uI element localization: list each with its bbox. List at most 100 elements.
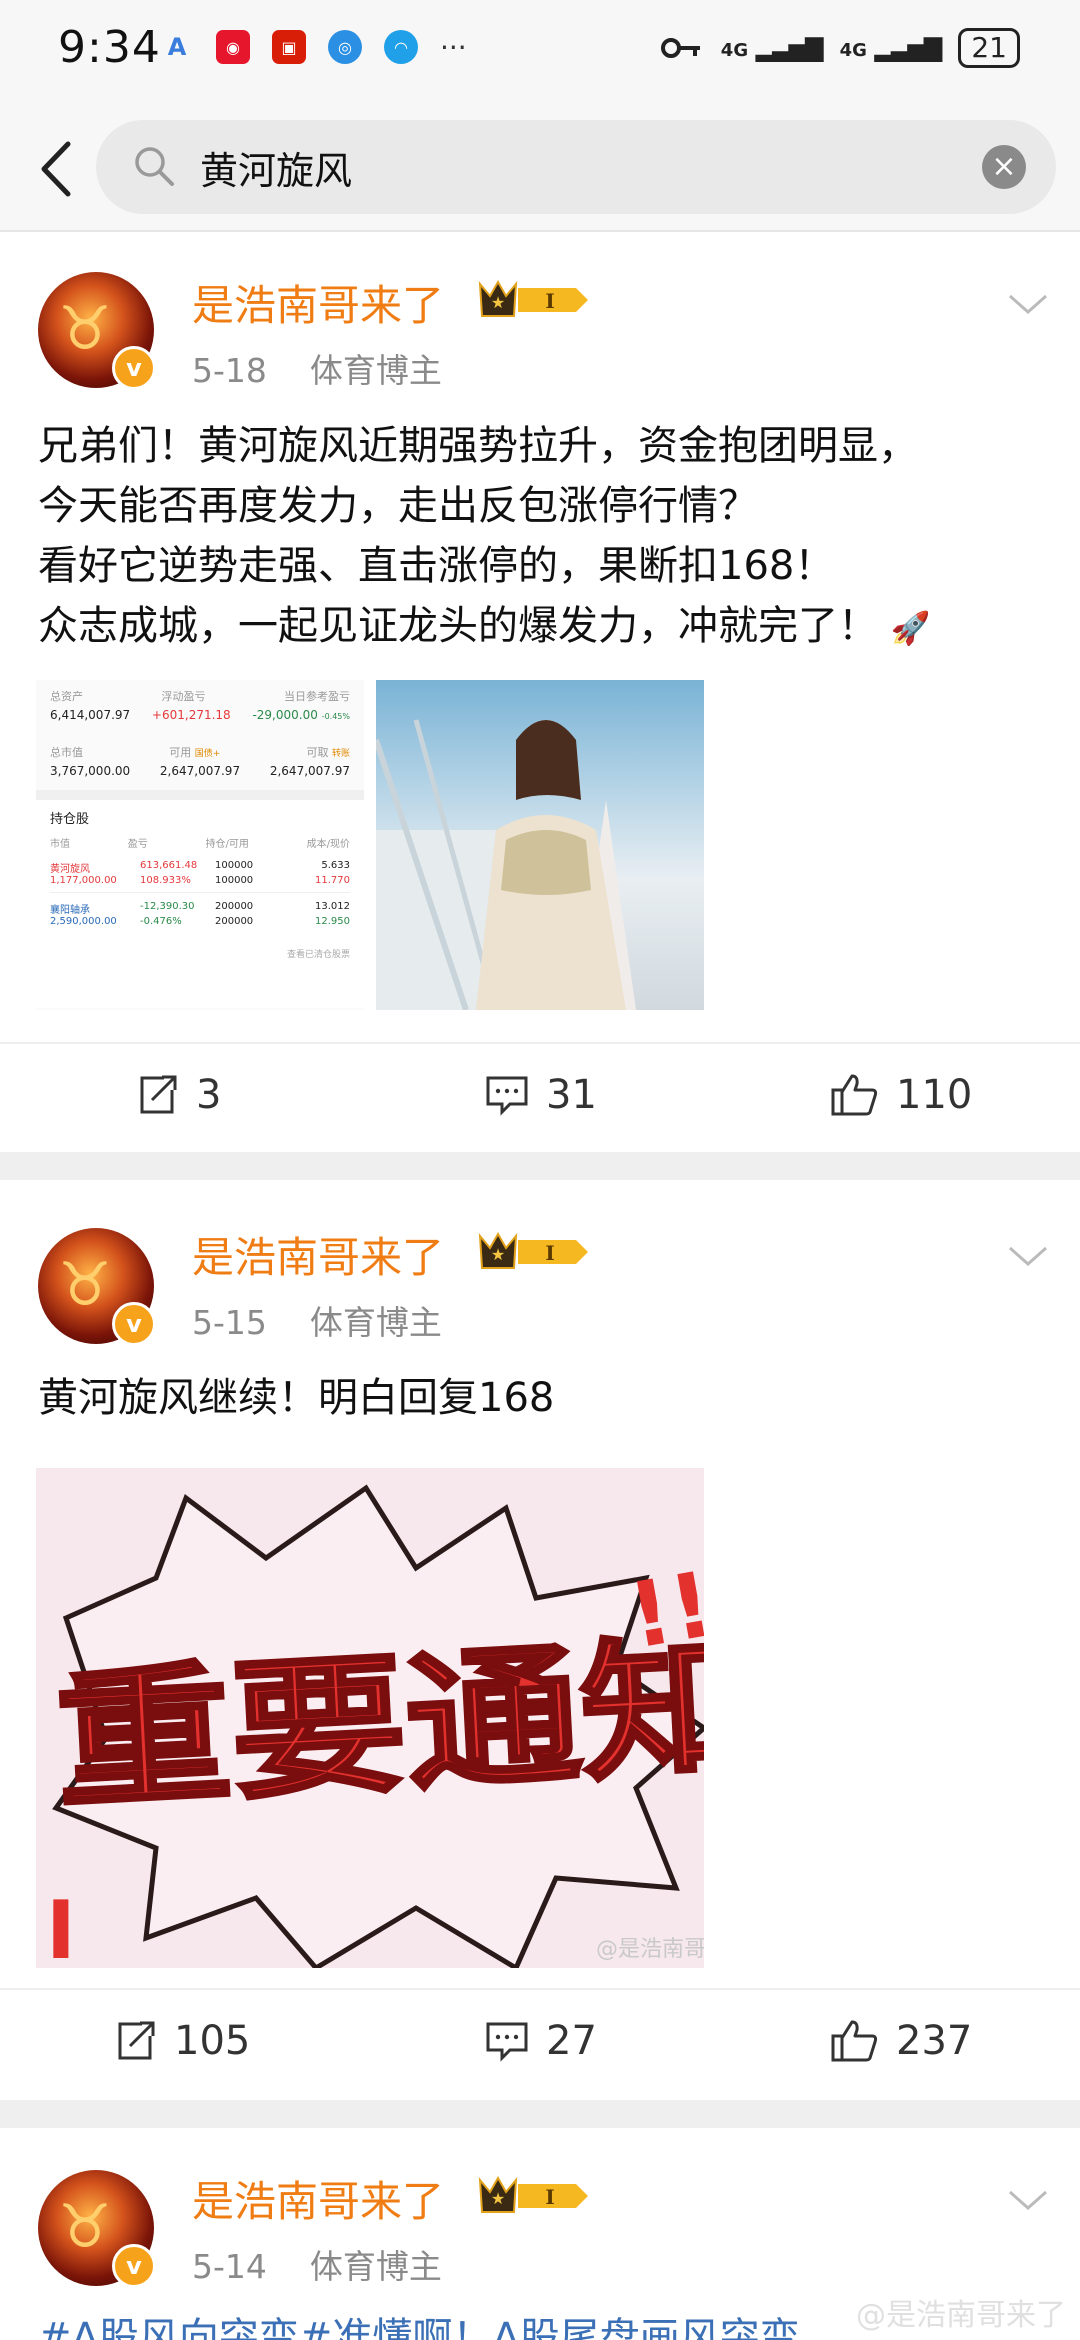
app-a-icon: A: [167, 33, 187, 61]
poster-title: 重要通知: [52, 1620, 704, 1830]
comment-button[interactable]: 27: [484, 2018, 597, 2064]
post-text-line: 兄弟们！黄河旋风近期强势拉升，资金抱团明显，: [38, 423, 918, 469]
holdings-header: 市值: [50, 839, 70, 850]
comment-icon: [486, 2022, 528, 2062]
post-card[interactable]: ♉ v 是浩南哥来了 ★ I 5-18 体育博主 兄弟们！黄河旋风近期强势拉升，…: [0, 232, 1080, 1152]
verified-badge-icon: v: [112, 1302, 156, 1346]
post-text-line: 黄河旋风继续！明白回复168: [38, 1375, 555, 1421]
thumbs-up-icon: [831, 1074, 878, 1116]
search-box[interactable]: 黄河旋风 ×: [96, 120, 1056, 214]
post-date: 5-18: [192, 351, 267, 390]
avatar[interactable]: ♉ v: [38, 272, 156, 390]
post-image-portfolio[interactable]: 总资产 浮动盈亏 当日参考盈亏 6,414,007.97 +601,271.18…: [36, 680, 364, 1010]
avatar[interactable]: ♉ v: [38, 2170, 156, 2288]
status-right: 4G ▂▃▅▇ 4G ▂▃▅▇ 21: [660, 28, 1020, 68]
comment-count: 31: [546, 1072, 597, 1118]
repost-count: 105: [174, 2018, 251, 2064]
post-card[interactable]: ♉ v 是浩南哥来了 ★ I 5-15 体育博主 黄河旋风继续！明白回复168 …: [0, 1180, 1080, 2100]
label-daily-pl: 当日参考盈亏: [284, 690, 350, 703]
finance-app-icon: ▣: [272, 30, 306, 64]
post-meta: 5-18 体育博主: [192, 344, 442, 392]
like-count: 110: [896, 1072, 973, 1118]
chevron-down-icon[interactable]: [1006, 2186, 1050, 2214]
post-image-photo[interactable]: [376, 680, 704, 1010]
level-badge-text: I: [545, 289, 554, 313]
label-floating-pl: 浮动盈亏: [161, 690, 206, 703]
rocket-emoji-icon: 🚀: [890, 609, 931, 647]
thumbs-up-icon: [831, 2020, 878, 2062]
post-date: 5-15: [192, 1303, 267, 1342]
like-count: 237: [896, 2018, 973, 2064]
username[interactable]: 是浩南哥来了: [192, 272, 444, 333]
comment-icon: [486, 1076, 528, 1116]
like-button[interactable]: 110: [830, 1072, 972, 1118]
svg-text:★: ★: [491, 1245, 505, 1264]
key-icon: [660, 38, 700, 58]
search-icon: [135, 147, 174, 186]
repost-icon: [140, 1075, 177, 1114]
cloud-icon: ◠: [384, 30, 418, 64]
clear-search-button[interactable]: ×: [982, 145, 1026, 189]
battery-indicator: 21: [958, 28, 1020, 68]
value-floating-pl: +601,271.18: [151, 708, 231, 722]
username[interactable]: 是浩南哥来了: [192, 1224, 444, 1285]
post-meta: 5-15 体育博主: [192, 1296, 442, 1344]
holding-row[interactable]: 襄阳轴承 -12,390.30 200000 13.012 2,590,000.…: [50, 901, 350, 933]
user-category: 体育博主: [309, 2247, 442, 2286]
value-available: 2,647,007.97: [159, 764, 241, 778]
label-total-assets: 总资产: [50, 690, 83, 703]
post-text: 黄河旋风继续！明白回复168: [38, 1368, 1038, 1428]
status-time: 9:34: [58, 22, 161, 73]
label-market-value: 总市值: [50, 746, 83, 759]
avatar[interactable]: ♉ v: [38, 1228, 156, 1346]
holdings-header: 成本/现价: [306, 839, 350, 850]
post-meta: 5-14 体育博主: [192, 2240, 442, 2288]
search-input[interactable]: 黄河旋风: [200, 140, 352, 195]
status-bar: 9:34 A ◉ ▣ ◎ ◠ ··· 4G ▂▃▅▇ 4G ▂▃▅▇ 21: [0, 0, 1080, 110]
close-icon: ×: [991, 149, 1017, 184]
level-crown-badge-icon: ★ I: [478, 2175, 588, 2213]
level-crown-badge-icon: ★ I: [478, 279, 588, 317]
svg-text:★: ★: [491, 293, 505, 312]
bull-icon: ♉: [58, 2192, 112, 2262]
label-available: 可用: [169, 746, 192, 759]
value-total-assets: 6,414,007.97: [50, 708, 131, 722]
repost-button[interactable]: 3: [134, 1072, 221, 1118]
chevron-down-icon[interactable]: [1006, 1242, 1050, 1270]
network-4g-2: 4G ▂▃▅▇: [839, 34, 943, 62]
post-text-line: 看好它逆势走强、直击涨停的，果断扣168！: [38, 543, 835, 589]
post-divider: [0, 2100, 1080, 2128]
tag-available: 国债+: [194, 749, 221, 759]
bull-icon: ♉: [58, 1250, 112, 1320]
comment-count: 27: [546, 2018, 597, 2064]
post-divider: [0, 1152, 1080, 1180]
post-text: 兄弟们！黄河旋风近期强势拉升，资金抱团明显， 今天能否再度发力，走出反包涨停行情…: [38, 416, 1038, 658]
user-category: 体育博主: [309, 351, 442, 390]
cleared-stocks-link: 查看已清仓股票: [286, 950, 350, 960]
browser-icon: ◎: [328, 30, 362, 64]
username[interactable]: 是浩南哥来了: [192, 2168, 444, 2229]
post-date: 5-14: [192, 2247, 267, 2286]
post-actions: 3 31 110: [0, 1042, 1080, 1154]
value-daily-pl: -29,000.00: [252, 708, 318, 722]
post-image-notice-poster[interactable]: !!! 重要通知 I @是浩南哥: [36, 1468, 704, 1968]
level-badge-text: I: [545, 1241, 554, 1265]
holding-row[interactable]: 黄河旋风 613,661.48 100000 5.633 1,177,000.0…: [50, 860, 350, 893]
level-badge-text: I: [545, 2185, 554, 2209]
search-header: 黄河旋风 ×: [0, 110, 1080, 232]
like-button[interactable]: 237: [830, 2018, 972, 2064]
post-text-line: 今天能否再度发力，走出反包涨停行情？: [38, 483, 758, 529]
tag-withdraw: 转账: [331, 749, 350, 759]
post-text-line: 众志成城，一起见证龙头的爆发力，冲就完了！ 🚀: [38, 603, 931, 649]
poster-watermark: @是浩南哥: [596, 1937, 704, 1962]
page-watermark: @是浩南哥来了: [856, 2298, 1066, 2333]
comment-button[interactable]: 31: [484, 1072, 597, 1118]
back-arrow-icon[interactable]: [28, 134, 88, 204]
svg-text:★: ★: [491, 2189, 505, 2208]
chevron-down-icon[interactable]: [1006, 290, 1050, 318]
poster-illustration: !!! 重要通知 I @是浩南哥: [46, 1484, 704, 1968]
value-withdrawable: 2,647,007.97: [269, 764, 350, 778]
bull-icon: ♉: [58, 294, 112, 364]
repost-button[interactable]: 105: [112, 2018, 250, 2064]
level-crown-badge-icon: ★ I: [478, 1231, 588, 1269]
